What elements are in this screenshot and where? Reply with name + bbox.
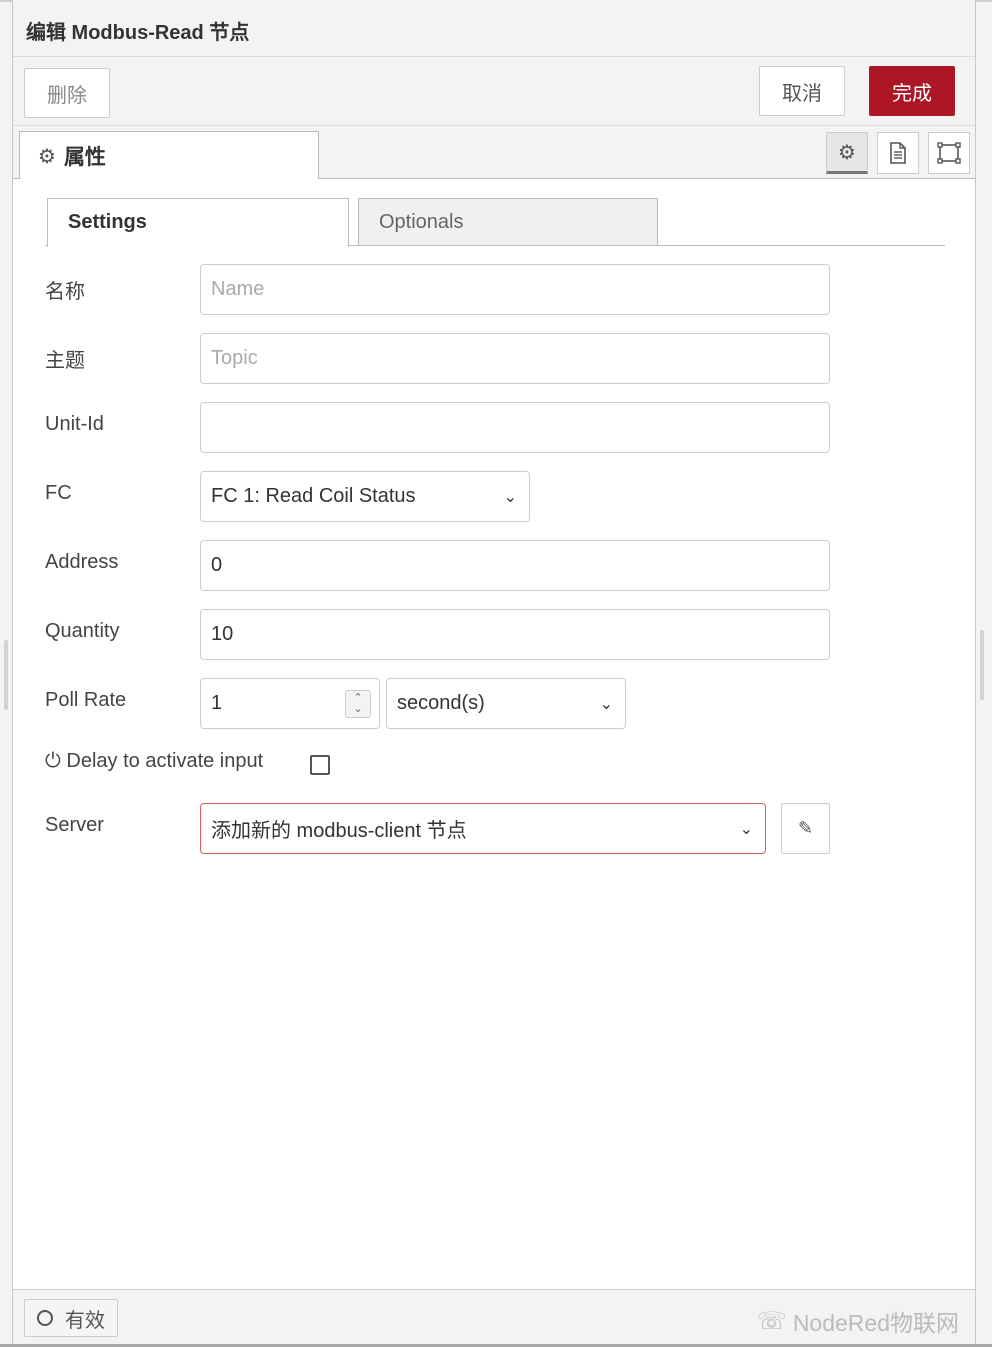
server-row: Server 添加新的 modbus-client 节点 ⌄ ✎	[13, 803, 975, 855]
tray-tabs: ⚙ 属性 ⚙	[13, 126, 975, 180]
poll-rate-label: Poll Rate	[45, 689, 127, 711]
chevron-down-icon: ⌄	[599, 695, 613, 713]
quantity-label: Quantity	[45, 620, 120, 642]
power-icon: ⏻	[45, 750, 61, 772]
delay-row: ⏻ Delay to activate input	[13, 741, 975, 793]
fc-row: FC FC 1: Read Coil Status ⌄	[13, 471, 975, 523]
wechat-icon: ☏	[756, 1307, 787, 1335]
delay-label: ⏻ Delay to activate input	[45, 750, 263, 773]
poll-rate-unit-value: second(s)	[397, 692, 485, 714]
appearance-view-button[interactable]	[928, 132, 970, 174]
tab-optionals[interactable]: Optionals	[358, 198, 658, 246]
tab-settings[interactable]: Settings	[47, 198, 349, 247]
fc-label: FC	[45, 482, 72, 504]
subtab-bar: Settings Optionals	[45, 198, 945, 247]
enabled-toggle[interactable]: 有效	[24, 1299, 118, 1337]
right-resize-handle[interactable]	[980, 630, 984, 700]
delay-label-text: Delay to activate input	[66, 750, 264, 772]
pencil-icon: ✎	[797, 818, 814, 838]
tray-title: 编辑 Modbus-Read 节点	[26, 22, 250, 44]
chevron-down-icon: ⌄	[739, 820, 753, 838]
tab-properties[interactable]: ⚙ 属性	[19, 131, 319, 180]
address-label: Address	[45, 551, 119, 573]
unit-id-row: Unit-Id	[13, 402, 975, 454]
fc-select-value: FC 1: Read Coil Status	[211, 485, 416, 507]
watermark-text: NodeRed物联网	[792, 1310, 959, 1336]
quantity-input[interactable]: 10	[200, 609, 830, 660]
address-row: Address 0	[13, 540, 975, 592]
gear-icon: ⚙	[38, 145, 56, 168]
tray-header: 编辑 Modbus-Read 节点	[13, 0, 975, 57]
name-row: 名称 Name	[13, 264, 975, 316]
quantity-row: Quantity 10	[13, 609, 975, 661]
topic-label: 主题	[45, 350, 85, 372]
done-button[interactable]: 完成	[869, 66, 955, 116]
poll-rate-value: 1	[211, 692, 223, 714]
poll-rate-unit-select[interactable]: second(s) ⌄	[386, 678, 626, 729]
topic-input[interactable]: Topic	[200, 333, 830, 384]
chevron-down-icon[interactable]: ⌄	[353, 704, 362, 715]
number-spinner[interactable]: ⌃ ⌄	[345, 690, 371, 718]
settings-view-button[interactable]: ⚙	[826, 132, 868, 174]
tray-content: Settings Optionals 名称 Name 主题 Topic Unit…	[13, 179, 975, 1289]
delete-button[interactable]: 删除	[24, 68, 110, 118]
tab-properties-label: 属性	[63, 146, 106, 169]
document-icon	[890, 142, 906, 164]
enabled-label: 有效	[65, 1309, 105, 1332]
topic-row: 主题 Topic	[13, 333, 975, 385]
watermark: ☏ NodeRed物联网	[757, 1304, 959, 1338]
server-select[interactable]: 添加新的 modbus-client 节点 ⌄	[200, 803, 766, 854]
circle-icon	[37, 1310, 53, 1326]
chevron-down-icon: ⌄	[503, 488, 517, 506]
gear-icon: ⚙	[838, 141, 856, 164]
server-label: Server	[45, 814, 104, 836]
delay-checkbox[interactable]	[310, 755, 330, 775]
name-label: 名称	[45, 281, 85, 303]
fc-select[interactable]: FC 1: Read Coil Status ⌄	[200, 471, 530, 522]
frame-icon	[937, 142, 961, 164]
server-select-value: 添加新的 modbus-client 节点	[211, 820, 467, 842]
description-view-button[interactable]	[877, 132, 919, 174]
edit-server-button[interactable]: ✎	[781, 803, 830, 854]
edit-tray: 编辑 Modbus-Read 节点 删除 取消 完成 ⚙ 属性 ⚙ Settin…	[12, 0, 976, 1347]
poll-rate-input[interactable]: 1 ⌃ ⌄	[200, 678, 380, 729]
cancel-button[interactable]: 取消	[759, 66, 845, 116]
address-input[interactable]: 0	[200, 540, 830, 591]
tray-footer: 有效 ☏ NodeRed物联网	[13, 1289, 975, 1347]
left-resize-handle[interactable]	[4, 640, 8, 710]
unit-id-label: Unit-Id	[45, 413, 104, 435]
unit-id-input[interactable]	[200, 402, 830, 453]
name-input[interactable]: Name	[200, 264, 830, 315]
poll-rate-row: Poll Rate 1 ⌃ ⌄ second(s) ⌄	[13, 678, 975, 730]
tray-toolbar: 删除 取消 完成	[13, 57, 975, 126]
